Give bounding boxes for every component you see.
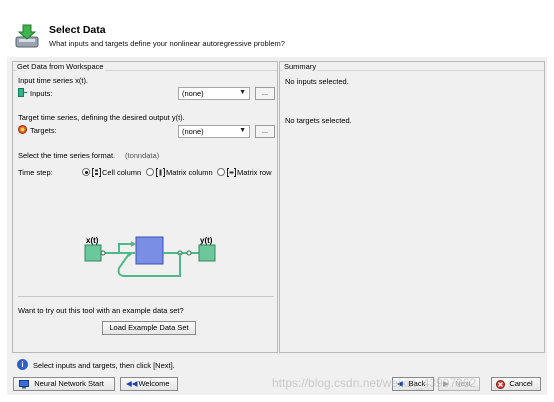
info-icon: i xyxy=(17,359,28,370)
import-data-icon xyxy=(15,24,39,48)
timestep-radio-matrix-column[interactable] xyxy=(146,168,154,176)
timestep-option-matrix-column: Matrix column xyxy=(166,168,213,177)
input-block xyxy=(84,244,102,262)
chevron-down-icon: ▼ xyxy=(239,89,246,96)
targets-icon xyxy=(18,125,27,134)
targets-select[interactable]: (none) ▼ xyxy=(178,125,250,138)
timestep-radio-cell-column[interactable] xyxy=(82,168,90,176)
status-message: Select inputs and targets, then click [N… xyxy=(33,361,175,370)
summary-panel-title: Summary xyxy=(283,62,318,71)
matrix-column-icon xyxy=(156,168,165,177)
format-caption: Select the time series format. xyxy=(18,151,116,160)
targets-browse-button[interactable]: ... xyxy=(255,125,275,138)
wizard-window: Select Data What inputs and targets defi… xyxy=(7,17,547,395)
welcome-button[interactable]: ◀◀ Welcome xyxy=(120,377,178,391)
cancel-icon xyxy=(496,380,505,389)
nn-start-button[interactable]: Neural Network Start xyxy=(13,377,115,391)
monitor-icon xyxy=(19,380,29,389)
inputs-browse-button[interactable]: ... xyxy=(255,87,275,100)
timestep-label: Time step: xyxy=(18,168,53,177)
timestep-option-cell-column: Cell column xyxy=(102,168,142,177)
page-title: Select Data xyxy=(49,24,106,36)
inputs-icon xyxy=(18,88,27,97)
example-caption: Want to try out this tool with an exampl… xyxy=(18,306,184,315)
summary-targets-status: No targets selected. xyxy=(285,116,352,125)
get-data-panel-title: Get Data from Workspace xyxy=(16,62,105,71)
cell-column-icon xyxy=(92,168,101,177)
timestep-radio-matrix-row[interactable] xyxy=(217,168,225,176)
cancel-button[interactable]: Cancel xyxy=(491,377,541,391)
matrix-row-icon xyxy=(227,168,236,177)
summary-panel: Summary No inputs selected. No targets s… xyxy=(279,61,545,353)
timestep-option-matrix-row: Matrix row xyxy=(237,168,272,177)
chevron-down-icon: ▼ xyxy=(239,127,246,134)
diagram-output-label: y(t) xyxy=(200,236,213,245)
divider xyxy=(18,296,274,297)
inputs-select[interactable]: (none) ▼ xyxy=(178,87,250,100)
wizard-header: Select Data What inputs and targets defi… xyxy=(7,17,547,57)
watermark: https://blog.csdn.net/weixin_43997362 xyxy=(272,376,477,390)
inputs-caption: Input time series x(t). xyxy=(18,76,89,85)
format-hint: (tonndata) xyxy=(125,151,160,160)
summary-inputs-status: No inputs selected. xyxy=(285,77,349,86)
diagram-input-label: x(t) xyxy=(86,236,99,245)
rewind-icon: ◀◀ xyxy=(126,379,138,388)
targets-caption: Target time series, defining the desired… xyxy=(18,113,185,122)
targets-label: Targets: xyxy=(30,126,57,135)
output-block xyxy=(198,244,216,262)
network-block xyxy=(135,236,164,265)
inputs-label: Inputs: xyxy=(30,89,53,98)
get-data-panel: Get Data from Workspace Input time serie… xyxy=(12,61,278,353)
page-subtitle: What inputs and targets define your nonl… xyxy=(49,39,285,48)
load-example-button[interactable]: Load Example Data Set xyxy=(102,321,196,335)
